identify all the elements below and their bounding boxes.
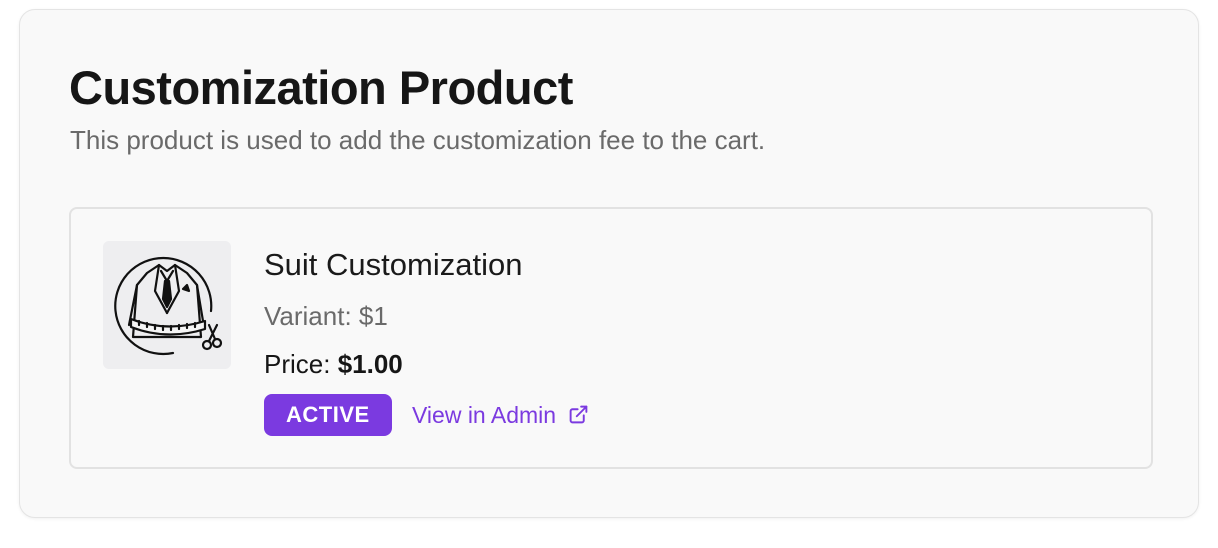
external-link-icon (568, 404, 589, 425)
product-variant: Variant: $1 (264, 301, 388, 331)
suit-tailoring-icon (114, 256, 223, 356)
customization-product-card: Customization Product This product is us… (19, 9, 1199, 518)
section-subtitle: This product is used to add the customiz… (70, 125, 766, 155)
view-in-admin-link[interactable]: View in Admin (412, 398, 589, 432)
section-title: Customization Product (69, 61, 573, 114)
price-value: $1.00 (337, 349, 403, 379)
product-name: Suit Customization (264, 247, 523, 282)
product-thumbnail (103, 241, 231, 369)
product-price: Price: $1.00 (264, 347, 403, 381)
status-badge: ACTIVE (264, 394, 392, 436)
view-in-admin-label: View in Admin (412, 402, 557, 428)
price-label: Price: (264, 349, 331, 379)
product-item: Suit Customization Variant: $1 Price: $1… (69, 207, 1153, 469)
